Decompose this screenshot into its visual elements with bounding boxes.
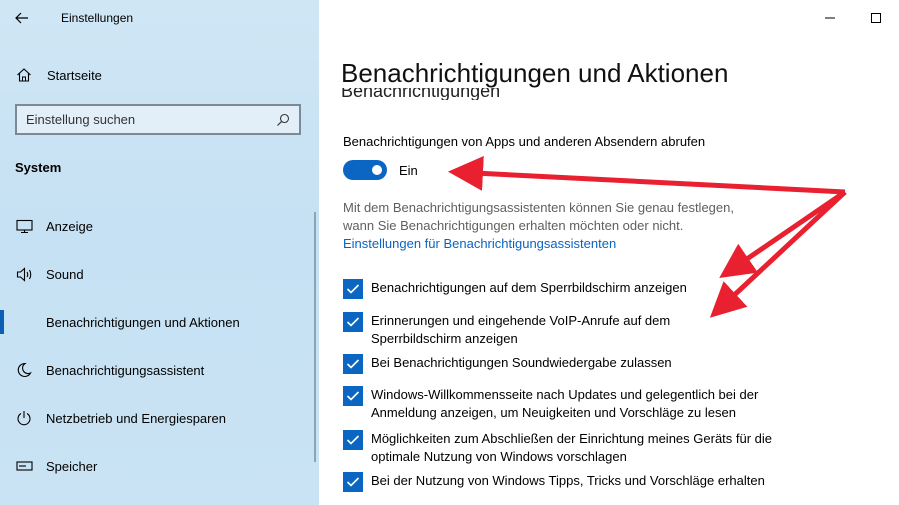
monitor-icon — [15, 217, 33, 235]
sidebar-item-label: Netzbetrieb und Energiesparen — [46, 410, 226, 426]
window-controls — [807, 0, 899, 36]
checkmark-icon — [346, 391, 360, 401]
toggle-knob — [372, 165, 382, 175]
welcome-experience-checkbox[interactable] — [343, 386, 363, 406]
sidebar: Einstellungen Startseite System Anzeige — [0, 0, 319, 505]
search-icon[interactable] — [271, 113, 295, 127]
checkbox-label: Benachrichtigungen auf dem Sperrbildschi… — [371, 280, 687, 295]
sidebar-item-sound[interactable]: Sound — [0, 250, 319, 298]
minimize-icon — [825, 17, 835, 19]
search-input[interactable] — [17, 105, 271, 134]
checkmark-icon — [346, 359, 360, 369]
sidebar-item-benachrichtigungen[interactable]: Benachrichtigungen und Aktionen — [0, 298, 319, 346]
sidebar-item-label: Benachrichtigungsassistent — [46, 362, 205, 378]
page-title: Benachrichtigungen und Aktionen — [341, 58, 729, 88]
sidebar-item-anzeige[interactable]: Anzeige — [0, 202, 319, 250]
notifications-toggle[interactable] — [343, 160, 387, 180]
sidebar-item-speicher[interactable]: Speicher — [0, 442, 319, 490]
checkbox-row: Bei der Nutzung von Windows Tipps, Trick… — [343, 472, 801, 492]
sidebar-scrollbar[interactable] — [314, 212, 316, 462]
sidebar-item-label: Sound — [46, 266, 84, 282]
maximize-button[interactable] — [853, 0, 899, 36]
checkmark-icon — [346, 477, 360, 487]
main-content: Benachrichtigungen und Aktionen Benachri… — [319, 0, 899, 505]
sidebar-item-label: Anzeige — [46, 218, 93, 234]
nav-list: Anzeige Sound Benachrichtigungen und Akt… — [0, 202, 319, 490]
section-title: System — [15, 160, 62, 175]
setup-suggestions-checkbox[interactable] — [343, 430, 363, 450]
minimize-button[interactable] — [807, 0, 853, 36]
voip-lockscreen-checkbox[interactable] — [343, 312, 363, 332]
assistant-settings-link[interactable]: Einstellungen für Benachrichtigungsassis… — [343, 236, 616, 251]
checkbox-row: Erinnerungen und eingehende VoIP-Anrufe … — [343, 312, 711, 348]
back-button[interactable] — [8, 4, 36, 32]
sidebar-item-benachrichtigungsassistent[interactable]: Benachrichtigungsassistent — [0, 346, 319, 394]
checkmark-icon — [346, 435, 360, 445]
section-heading: Benachrichtigungen — [341, 88, 501, 100]
home-icon — [17, 68, 31, 82]
back-arrow-icon — [15, 12, 28, 24]
sidebar-item-netzbetrieb[interactable]: Netzbetrieb und Energiesparen — [0, 394, 319, 442]
assistant-description: Mit dem Benachrichtigungsassistenten kön… — [343, 200, 734, 233]
checkbox-label: Windows-Willkommensseite nach Updates un… — [371, 387, 759, 420]
power-icon — [15, 409, 33, 427]
app-title: Einstellungen — [61, 11, 134, 25]
moon-icon — [15, 361, 33, 379]
checkbox-label: Erinnerungen und eingehende VoIP-Anrufe … — [371, 313, 671, 346]
title-bar: Einstellungen — [0, 0, 319, 36]
lockscreen-notifications-checkbox[interactable] — [343, 279, 363, 299]
checkmark-icon — [346, 284, 360, 294]
tips-tricks-checkbox[interactable] — [343, 472, 363, 492]
toggle-state-label: Ein — [399, 163, 418, 178]
active-indicator — [0, 310, 4, 334]
sidebar-item-label: Benachrichtigungen und Aktionen — [46, 314, 240, 330]
checkmark-icon — [346, 317, 360, 327]
home-link[interactable]: Startseite — [16, 64, 102, 86]
checkbox-row: Windows-Willkommensseite nach Updates un… — [343, 386, 801, 422]
storage-icon — [15, 457, 33, 475]
home-label: Startseite — [47, 67, 102, 83]
section-heading-clip: Benachrichtigungen — [341, 88, 641, 100]
checkbox-label: Möglichkeiten zum Abschließen der Einric… — [371, 431, 773, 464]
get-notifications-label: Benachrichtigungen von Apps und anderen … — [343, 134, 706, 149]
sidebar-item-label: Speicher — [46, 458, 98, 474]
checkbox-row: Benachrichtigungen auf dem Sperrbildschi… — [343, 279, 801, 299]
checkbox-row: Möglichkeiten zum Abschließen der Einric… — [343, 430, 801, 466]
checkbox-label: Bei der Nutzung von Windows Tipps, Trick… — [371, 473, 765, 488]
speaker-icon — [15, 265, 33, 283]
checkbox-label: Bei Benachrichtigungen Soundwiedergabe z… — [371, 355, 672, 370]
notification-sound-checkbox[interactable] — [343, 354, 363, 374]
maximize-icon — [871, 13, 881, 23]
search-box[interactable] — [15, 104, 301, 135]
checkbox-row: Bei Benachrichtigungen Soundwiedergabe z… — [343, 354, 801, 374]
